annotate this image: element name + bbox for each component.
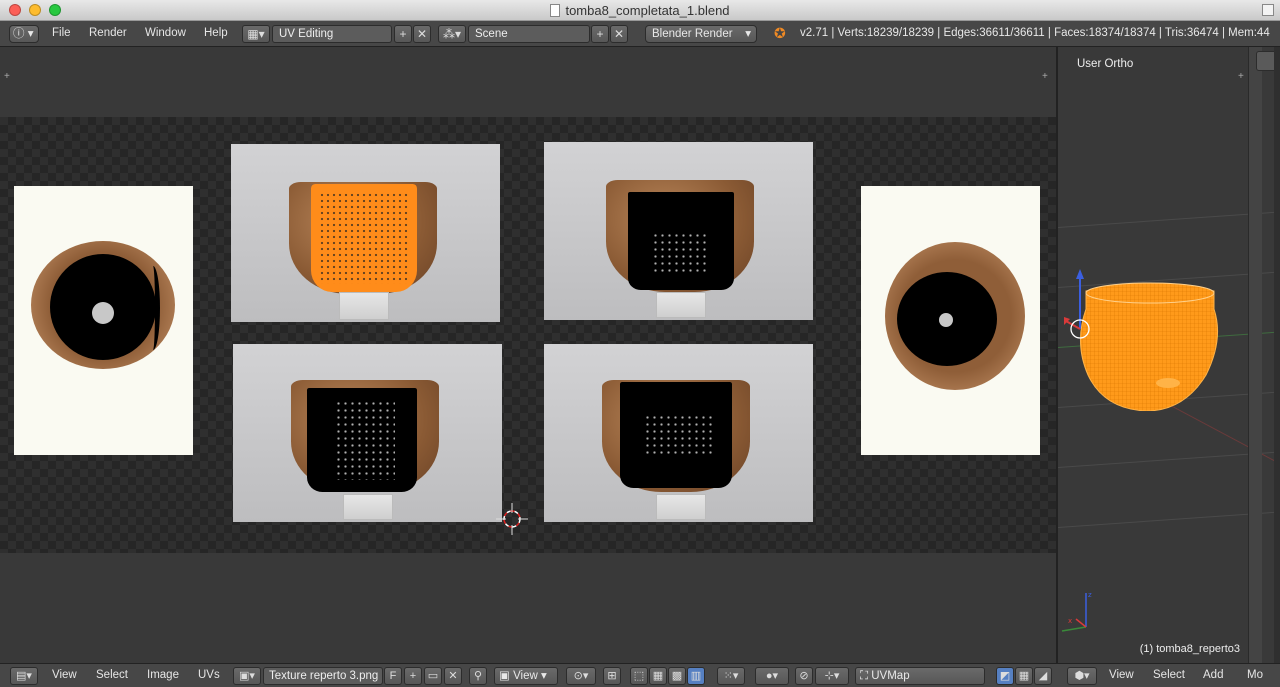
texture-photo-left	[233, 344, 502, 522]
menu-file[interactable]: File	[52, 27, 71, 39]
menu-render[interactable]: Render	[89, 27, 127, 39]
proportional-editing-icon[interactable]: ⁙▾	[717, 667, 745, 685]
screen-layout-icon[interactable]: ▦▾	[242, 25, 270, 43]
screen-layout-field[interactable]: UV Editing	[272, 25, 392, 43]
texture-photo-back	[544, 142, 813, 320]
pivot-point-icon[interactable]: ⊙▾	[566, 667, 596, 685]
grid-line	[1058, 210, 1280, 228]
axis-orientation-icon: z x	[1061, 591, 1092, 632]
view-mode-dropdown[interactable]: ▣ View ▾	[494, 667, 558, 685]
menu-help[interactable]: Help	[204, 27, 228, 39]
window-title: tomba8_completata_1.blend	[0, 3, 1280, 18]
chevron-down-icon: ▾	[745, 28, 751, 40]
display-channels-icon[interactable]: ◩	[996, 667, 1014, 685]
proportional-falloff-icon[interactable]: ●▾	[755, 667, 789, 685]
view-label: User Ortho	[1077, 58, 1134, 70]
menu-window[interactable]: Window	[145, 27, 186, 39]
uvmap-selector[interactable]: ⛶ UVMap	[855, 667, 985, 685]
pot-stand	[339, 292, 389, 320]
island-select-icon[interactable]: ▥	[687, 667, 705, 685]
edge-select-icon[interactable]: ▦	[649, 667, 667, 685]
render-engine-label: Blender Render	[652, 28, 733, 40]
editor-type-info-button[interactable]: ⓘ ▾	[9, 25, 39, 43]
uv-island-hole	[939, 313, 953, 327]
scene-icon[interactable]: ⁂▾	[438, 25, 466, 43]
document-icon	[550, 4, 561, 17]
v3d-menu-select[interactable]: Select	[1153, 669, 1185, 681]
add-screen-button[interactable]: +	[394, 25, 412, 43]
info-icon: ⓘ	[13, 28, 25, 40]
delete-scene-button[interactable]: ✕	[610, 25, 628, 43]
active-object-label: (1) tomba8_reperto3	[1139, 643, 1240, 655]
texture-photo-front	[231, 144, 500, 322]
sticky-selection-icon[interactable]: ⊞	[603, 667, 621, 685]
texture-photo-right	[544, 344, 813, 522]
editor-type-3d-button[interactable]: ⬢▾	[1067, 667, 1097, 685]
vertex-select-icon[interactable]: ⬚	[630, 667, 648, 685]
region-toggle-icon[interactable]: +	[1238, 71, 1244, 82]
editor-type-image-button[interactable]: ▤▾	[10, 667, 38, 685]
menu-view[interactable]: View	[52, 669, 77, 681]
uv-vertices	[319, 192, 409, 284]
uv-vertices	[652, 232, 706, 276]
texture-photo-top-view	[14, 186, 193, 455]
editor-header-bar: ▤▾ View Select Image UVs ▣▾ Texture repe…	[0, 663, 1280, 687]
uv-2d-cursor-icon[interactable]	[496, 503, 528, 535]
svg-text:z: z	[1088, 591, 1092, 599]
pot-stand	[656, 494, 706, 520]
image-browse-icon[interactable]: ▣▾	[233, 667, 261, 685]
snap-toggle-icon[interactable]: ⊘	[795, 667, 813, 685]
pot-stand	[343, 494, 393, 520]
transform-manipulator-icon[interactable]	[1062, 269, 1102, 343]
unlink-image-button[interactable]: ✕	[444, 667, 462, 685]
blender-logo-icon: ✪	[774, 25, 786, 41]
uv-vertices	[644, 414, 716, 454]
uv-vertices	[335, 400, 395, 480]
pin-icon[interactable]: ⚲	[469, 667, 487, 685]
checker-display-icon[interactable]: ▦	[1015, 667, 1033, 685]
tool-shelf-edge	[1248, 47, 1262, 663]
window-title-text: tomba8_completata_1.blend	[565, 3, 730, 18]
viewport-edge	[1274, 47, 1280, 663]
grid-line	[1058, 510, 1280, 528]
window-titlebar: tomba8_completata_1.blend	[0, 0, 1280, 21]
info-header: ⓘ ▾ File Render Window Help ▦▾ UV Editin…	[0, 21, 1280, 47]
menu-image[interactable]: Image	[147, 669, 179, 681]
3d-viewport[interactable]: User Ortho z x (1) tomba8_reperto3 +	[1058, 47, 1280, 663]
add-scene-button[interactable]: +	[591, 25, 609, 43]
new-image-button[interactable]: +	[404, 667, 422, 685]
v3d-menu-object[interactable]: Mo	[1247, 669, 1280, 681]
open-image-icon[interactable]: ▭	[424, 667, 442, 685]
v3d-menu-view[interactable]: View	[1109, 669, 1134, 681]
grid-line	[1058, 450, 1280, 468]
fullscreen-button[interactable]	[1262, 4, 1274, 16]
uv-island-edge	[146, 266, 160, 350]
face-select-icon[interactable]: ▩	[668, 667, 686, 685]
scene-field[interactable]: Scene	[468, 25, 590, 43]
image-name-field[interactable]: Texture reperto 3.png	[263, 667, 383, 685]
snap-element-icon[interactable]: ⊹▾	[815, 667, 849, 685]
menu-select[interactable]: Select	[96, 669, 128, 681]
uvmap-label: UVMap	[871, 670, 910, 682]
v3d-menu-add[interactable]: Add	[1203, 669, 1223, 681]
scene-statistics: v2.71 | Verts:18239/18239 | Edges:36611/…	[800, 27, 1270, 39]
render-engine-dropdown[interactable]: Blender Render ▾	[645, 25, 757, 43]
menu-uvs[interactable]: UVs	[198, 669, 220, 681]
delete-screen-button[interactable]: ✕	[413, 25, 431, 43]
uv-image-editor[interactable]: + +	[0, 47, 1056, 663]
texture-photo-bottom-view	[861, 186, 1040, 455]
pot-stand	[656, 292, 706, 318]
image-fake-user-toggle[interactable]: F	[384, 667, 402, 685]
uv-island-hole	[92, 302, 114, 324]
region-toggle-icon[interactable]: +	[1042, 71, 1048, 82]
svg-text:x: x	[1068, 617, 1072, 625]
region-toggle-icon[interactable]: +	[4, 71, 10, 82]
render-slot-icon[interactable]: ◢	[1034, 667, 1052, 685]
view-mode-label: View	[513, 670, 538, 682]
